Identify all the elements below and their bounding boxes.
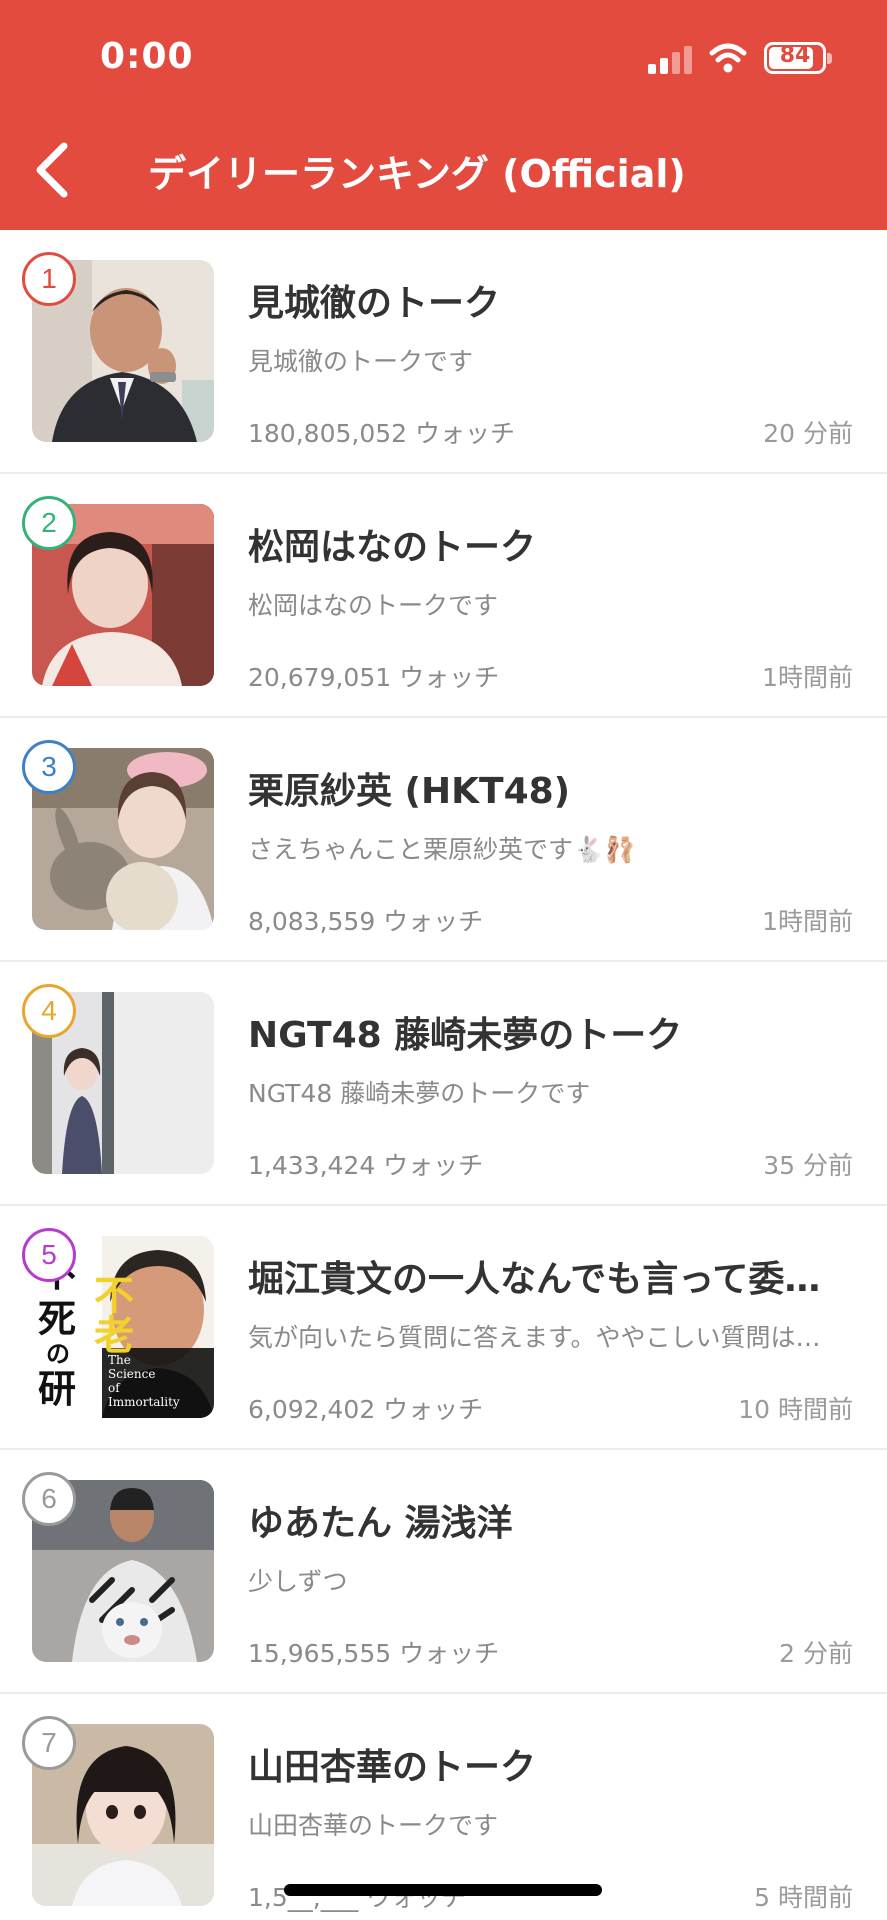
- svg-text:Immortality: Immortality: [108, 1395, 180, 1409]
- watch-count: 15,965,555 ウォッチ: [248, 1639, 500, 1668]
- rank-badge: 7: [22, 1716, 76, 1770]
- updated-time: 20 分前: [763, 419, 853, 448]
- updated-time: 1時間前: [762, 907, 853, 936]
- talk-title: 堀江貴文の一人なんでも言って委…: [248, 1259, 821, 1300]
- talk-description: さえちゃんこと栗原紗英です🐇🩰: [248, 835, 636, 864]
- app-header: 0:00 84 デイリーランキング (Official): [0, 0, 887, 230]
- updated-time: 5 時間前: [754, 1883, 853, 1912]
- battery-icon: 84: [764, 42, 832, 74]
- ranking-row[interactable]: 4 NGT48 藤崎未夢のトーク NGT48 藤崎未夢のトークです 1,433,…: [0, 962, 887, 1206]
- talk-title: 山田杏華のトーク: [248, 1747, 537, 1788]
- talk-description: 少しずつ: [248, 1567, 348, 1596]
- rank-badge: 1: [22, 252, 76, 306]
- watch-count: 6,092,402 ウォッチ: [248, 1395, 484, 1424]
- svg-text:The: The: [108, 1353, 131, 1367]
- svg-text:Science: Science: [108, 1367, 155, 1381]
- talk-title: 松岡はなのトーク: [248, 527, 537, 568]
- page-title: デイリーランキング (Official): [148, 152, 686, 196]
- chevron-left-icon[interactable]: [30, 140, 74, 200]
- watch-count: 8,083,559 ウォッチ: [248, 907, 484, 936]
- svg-text:不老: 不老: [87, 1274, 134, 1354]
- talk-title: 栗原紗英 (HKT48): [248, 771, 571, 812]
- updated-time: 2 分前: [779, 1639, 853, 1668]
- rank-badge: 4: [22, 984, 76, 1038]
- ranking-row[interactable]: 不老 不 死 の 研 The Science of Immortality 5 …: [0, 1206, 887, 1450]
- talk-title: ゆあたん 湯浅洋: [248, 1503, 513, 1544]
- svg-text:研: 研: [38, 1366, 76, 1411]
- rank-badge: 6: [22, 1472, 76, 1526]
- ranking-row[interactable]: 6 ゆあたん 湯浅洋 少しずつ 15,965,555 ウォッチ 2 分前: [0, 1450, 887, 1694]
- wifi-icon: [709, 43, 747, 73]
- svg-text:の: の: [46, 1339, 70, 1368]
- battery-percent: 84: [779, 43, 811, 68]
- talk-description: 松岡はなのトークです: [248, 591, 499, 620]
- watch-count: 1,433,424 ウォッチ: [248, 1151, 484, 1180]
- talk-description: 山田杏華のトークです: [248, 1811, 499, 1840]
- watch-count: 180,805,052 ウォッチ: [248, 419, 515, 448]
- rank-badge: 3: [22, 740, 76, 794]
- talk-title: 見城徹のトーク: [248, 283, 501, 324]
- updated-time: 1時間前: [762, 663, 853, 692]
- talk-title: NGT48 藤崎未夢のトーク: [248, 1015, 683, 1056]
- talk-description: 見城徹のトークです: [248, 347, 474, 376]
- cellular-signal-icon: [648, 44, 694, 74]
- home-indicator[interactable]: [284, 1884, 602, 1896]
- ranking-row[interactable]: 1 見城徹のトーク 見城徹のトークです 180,805,052 ウォッチ 20 …: [0, 230, 887, 474]
- talk-description: 気が向いたら質問に答えます。ややこしい質問は…: [248, 1323, 821, 1352]
- updated-time: 35 分前: [763, 1151, 853, 1180]
- talk-description: NGT48 藤崎未夢のトークです: [248, 1079, 591, 1108]
- rank-badge: 5: [22, 1228, 76, 1282]
- ranking-list: 1 見城徹のトーク 見城徹のトークです 180,805,052 ウォッチ 20 …: [0, 230, 887, 1920]
- svg-text:死: 死: [38, 1296, 76, 1341]
- updated-time: 10 時間前: [738, 1395, 853, 1424]
- ranking-row[interactable]: 2 松岡はなのトーク 松岡はなのトークです 20,679,051 ウォッチ 1時…: [0, 474, 887, 718]
- svg-text:of: of: [108, 1381, 121, 1395]
- status-time: 0:00: [100, 36, 194, 77]
- rank-badge: 2: [22, 496, 76, 550]
- watch-count: 20,679,051 ウォッチ: [248, 663, 500, 692]
- ranking-row[interactable]: 3 栗原紗英 (HKT48) さえちゃんこと栗原紗英です🐇🩰 8,083,559…: [0, 718, 887, 962]
